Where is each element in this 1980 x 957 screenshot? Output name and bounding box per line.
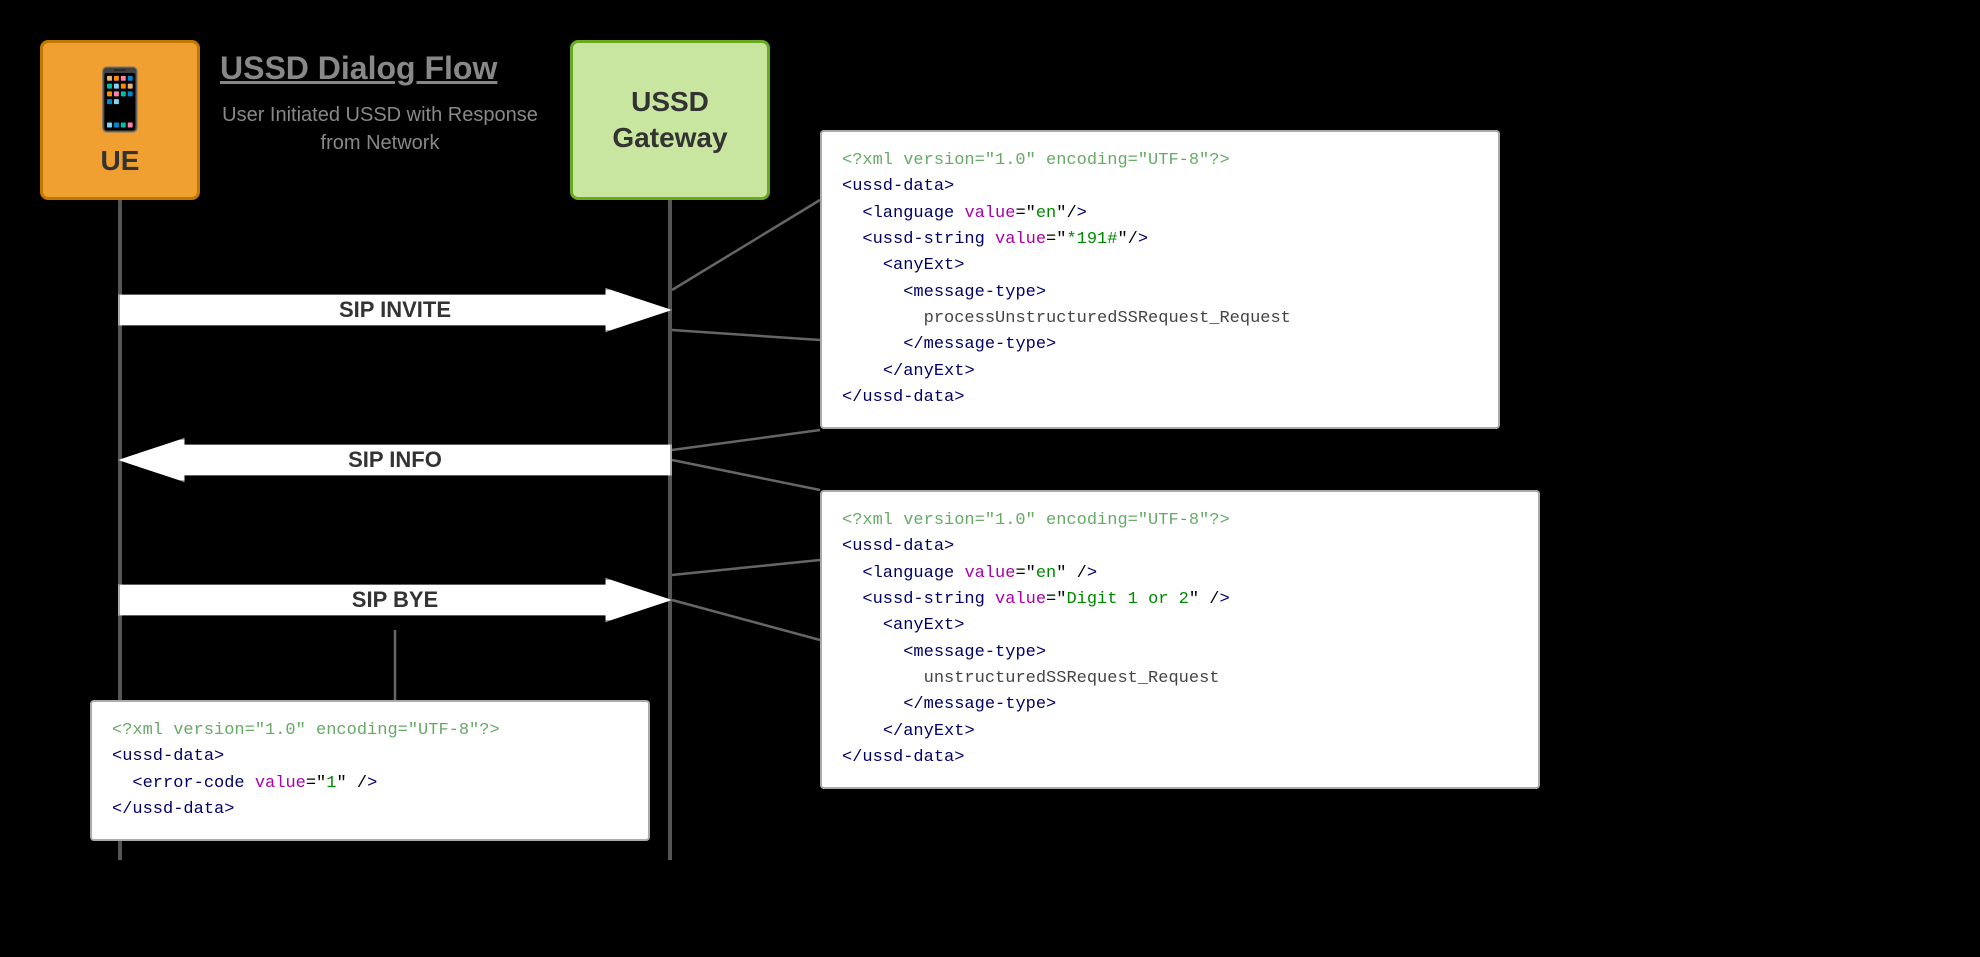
xml-mid-line9: </anyExt>	[842, 719, 1518, 745]
phone-icon: 📱	[83, 64, 158, 139]
xml-top-line4: <ussd-string value="*191#"/>	[842, 227, 1478, 253]
title-area: USSD Dialog Flow User Initiated USSD wit…	[220, 50, 540, 157]
sip-invite-arrow: SIP INVITE	[118, 280, 672, 340]
xml-top-line10: </ussd-data>	[842, 385, 1478, 411]
sip-bye-label: SIP BYE	[352, 587, 438, 613]
xml-top-line3: <language value="en"/>	[842, 201, 1478, 227]
xml-bottom-line2: <ussd-data>	[112, 744, 628, 770]
xml-box-mid: <?xml version="1.0" encoding="UTF-8"?> <…	[820, 490, 1540, 789]
title-sub: User Initiated USSD with Response from N…	[220, 101, 540, 157]
xml-box-top: <?xml version="1.0" encoding="UTF-8"?> <…	[820, 130, 1500, 429]
xml-top-line8: </message-type>	[842, 332, 1478, 358]
sip-info-label: SIP INFO	[348, 447, 442, 473]
xml-mid-line3: <language value="en" />	[842, 561, 1518, 587]
bye-connector-top	[672, 560, 820, 575]
ue-label: UE	[101, 145, 140, 177]
xml-mid-line7: unstructuredSSRequest_Request	[842, 666, 1518, 692]
gateway-box: USSDGateway	[570, 40, 770, 200]
title-main: USSD Dialog Flow	[220, 50, 540, 87]
invite-connector-top	[672, 200, 820, 290]
xml-top-line2: <ussd-data>	[842, 174, 1478, 200]
xml-mid-line1: <?xml version="1.0" encoding="UTF-8"?>	[842, 508, 1518, 534]
xml-mid-line2: <ussd-data>	[842, 534, 1518, 560]
xml-mid-line10: </ussd-data>	[842, 745, 1518, 771]
sip-bye-arrow: SIP BYE	[118, 570, 672, 630]
sip-info-arrow: SIP INFO	[118, 430, 672, 490]
xml-bottom-line1: <?xml version="1.0" encoding="UTF-8"?>	[112, 718, 628, 744]
xml-top-line7: processUnstructuredSSRequest_Request	[842, 306, 1478, 332]
diagram-container: 📱 UE USSD Dialog Flow User Initiated USS…	[0, 0, 1980, 957]
info-connector-bot	[672, 460, 820, 490]
ue-box: 📱 UE	[40, 40, 200, 200]
sip-invite-label: SIP INVITE	[339, 297, 451, 323]
xml-box-bottom: <?xml version="1.0" encoding="UTF-8"?> <…	[90, 700, 650, 841]
xml-top-line1: <?xml version="1.0" encoding="UTF-8"?>	[842, 148, 1478, 174]
xml-bottom-line4: </ussd-data>	[112, 797, 628, 823]
bye-connector-bot	[672, 600, 820, 640]
xml-mid-line8: </message-type>	[842, 692, 1518, 718]
xml-top-line5: <anyExt>	[842, 253, 1478, 279]
xml-mid-line5: <anyExt>	[842, 613, 1518, 639]
invite-connector-bot	[672, 330, 820, 340]
xml-bottom-line3: <error-code value="1" />	[112, 771, 628, 797]
xml-top-line9: </anyExt>	[842, 359, 1478, 385]
gateway-label: USSDGateway	[612, 84, 727, 157]
info-connector-top	[672, 430, 820, 450]
xml-mid-line6: <message-type>	[842, 640, 1518, 666]
xml-mid-line4: <ussd-string value="Digit 1 or 2" />	[842, 587, 1518, 613]
xml-top-line6: <message-type>	[842, 280, 1478, 306]
